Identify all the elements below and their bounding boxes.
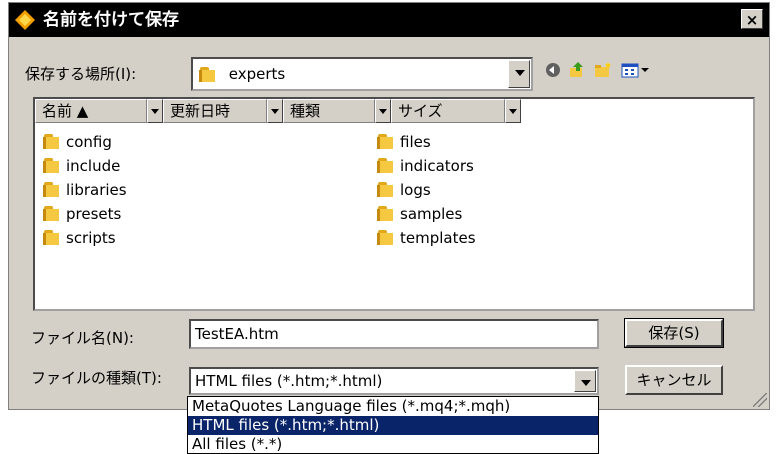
location-dropdown-button[interactable] xyxy=(508,60,530,88)
filetype-option[interactable]: All files (*.*) xyxy=(188,435,598,454)
item-label: files xyxy=(400,133,431,151)
folder-icon xyxy=(377,157,394,173)
column-filter-size[interactable] xyxy=(505,99,521,123)
filetype-option-selected[interactable]: HTML files (*.htm;*.html) xyxy=(188,416,598,435)
new-folder-icon[interactable] xyxy=(593,61,613,81)
filetype-dropdown-button[interactable] xyxy=(574,370,596,392)
back-icon[interactable] xyxy=(543,61,563,81)
folder-icon xyxy=(43,133,60,149)
column-label-type: 種類 xyxy=(290,102,321,120)
item-label: config xyxy=(66,133,112,151)
list-item[interactable]: files xyxy=(377,131,431,153)
filetype-select[interactable]: HTML files (*.htm;*.html) xyxy=(189,367,599,395)
folder-icon xyxy=(377,205,394,221)
file-list[interactable]: 名前 ▲ 更新日時 種類 サイズ config include librarie… xyxy=(33,97,755,311)
view-menu-icon[interactable] xyxy=(621,61,651,81)
list-item[interactable]: logs xyxy=(377,179,431,201)
column-filter-modified[interactable] xyxy=(267,99,283,123)
folder-icon xyxy=(43,157,60,173)
app-diamond-icon xyxy=(15,10,35,30)
column-label-modified: 更新日時 xyxy=(170,102,231,120)
cancel-button[interactable]: キャンセル xyxy=(625,365,723,395)
up-folder-icon[interactable] xyxy=(567,61,587,81)
list-item[interactable]: samples xyxy=(377,203,462,225)
column-header-modified[interactable]: 更新日時 xyxy=(163,99,267,123)
column-filter-type[interactable] xyxy=(375,99,391,123)
filetype-label: ファイルの種類(T): xyxy=(31,369,162,387)
folder-icon xyxy=(377,181,394,197)
location-value: experts xyxy=(228,65,286,83)
column-label-size: サイズ xyxy=(398,102,443,120)
location-value-wrap: experts xyxy=(199,65,285,83)
folder-icon xyxy=(43,229,60,245)
filetype-value: HTML files (*.htm;*.html) xyxy=(195,372,383,390)
list-item[interactable]: include xyxy=(43,155,120,177)
filetype-option[interactable]: MetaQuotes Language files (*.mq4;*.mqh) xyxy=(188,397,598,416)
filename-value: TestEA.htm xyxy=(195,325,279,343)
column-filter-name[interactable] xyxy=(147,99,163,123)
filetype-dropdown-list: MetaQuotes Language files (*.mq4;*.mqh) … xyxy=(187,396,599,454)
column-label-name: 名前 ▲ xyxy=(42,102,89,120)
close-button[interactable]: × xyxy=(741,9,763,29)
filename-input[interactable]: TestEA.htm xyxy=(189,319,599,349)
item-label: templates xyxy=(400,229,476,247)
column-header-type[interactable]: 種類 xyxy=(283,99,375,123)
item-label: samples xyxy=(400,205,463,223)
location-combo[interactable]: experts xyxy=(191,57,533,91)
folder-icon xyxy=(43,205,60,221)
list-item[interactable]: presets xyxy=(43,203,121,225)
location-label: 保存する場所(I): xyxy=(25,65,137,83)
save-as-dialog: 名前を付けて保存 × 保存する場所(I): experts 名前 ▲ 更新日時 … xyxy=(8,2,770,410)
item-label: indicators xyxy=(400,157,474,175)
title-bar[interactable]: 名前を付けて保存 × xyxy=(9,3,769,37)
item-label: libraries xyxy=(66,181,127,199)
list-item[interactable]: indicators xyxy=(377,155,474,177)
dialog-title: 名前を付けて保存 xyxy=(43,10,179,30)
resize-grip[interactable] xyxy=(753,393,767,407)
item-label: scripts xyxy=(66,229,116,247)
filename-label: ファイル名(N): xyxy=(31,329,134,347)
list-item[interactable]: libraries xyxy=(43,179,127,201)
folder-icon xyxy=(43,181,60,197)
save-button[interactable]: 保存(S) xyxy=(624,318,724,348)
folder-icon xyxy=(377,133,394,149)
folder-icon xyxy=(377,229,394,245)
item-label: logs xyxy=(400,181,431,199)
item-label: presets xyxy=(66,205,122,223)
item-label: include xyxy=(66,157,121,175)
list-item[interactable]: config xyxy=(43,131,112,153)
column-header-name[interactable]: 名前 ▲ xyxy=(35,99,147,123)
list-item[interactable]: templates xyxy=(377,227,476,249)
column-header-size[interactable]: サイズ xyxy=(391,99,505,123)
list-item[interactable]: scripts xyxy=(43,227,116,249)
folder-icon xyxy=(199,67,216,82)
